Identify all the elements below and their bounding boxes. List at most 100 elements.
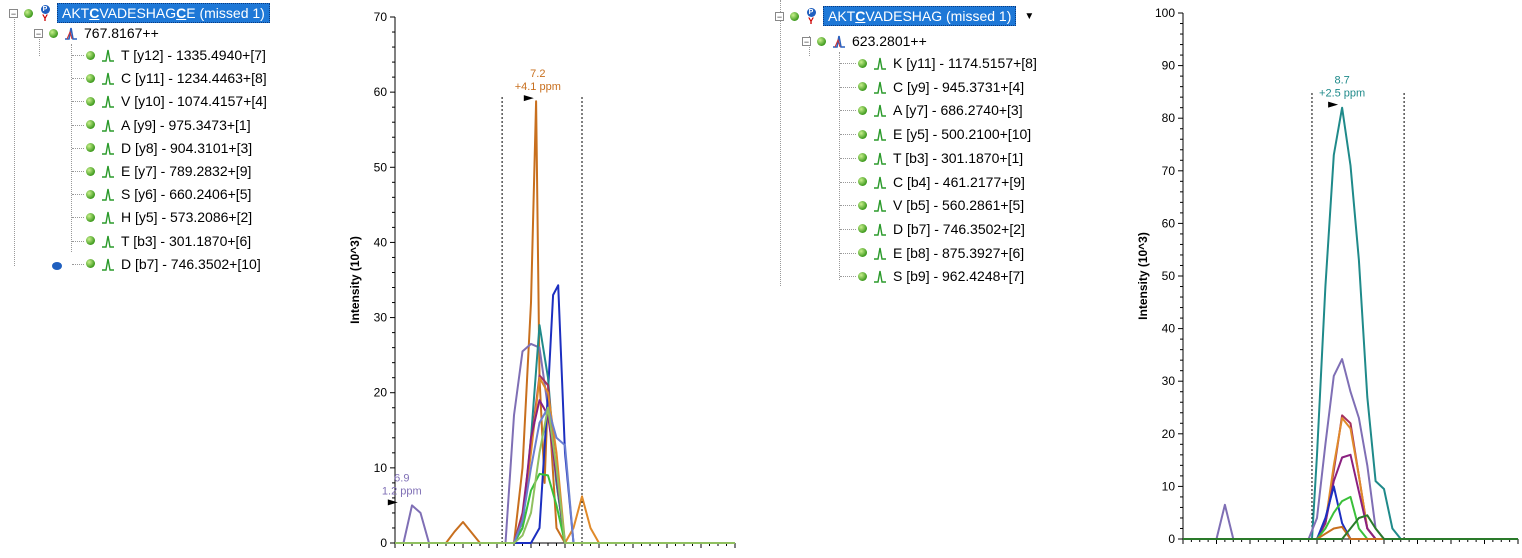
chromatogram-trace[interactable] [1183,485,1518,540]
fragment-label[interactable]: E [y5] - 500.2100+[10] [893,126,1031,142]
chromatogram-trace[interactable] [395,406,735,544]
fragment-label[interactable]: K [y11] - 1174.5157+[8] [893,55,1037,71]
status-dot-icon [858,129,867,139]
fragment-peak-icon [874,176,886,189]
fragment-node-row[interactable]: D [y8] - 904.3101+[3] [86,137,252,159]
y-tick-label: 90 [1162,59,1176,73]
precursor-node-row[interactable]: − 623.2801++ [802,30,927,52]
collapse-icon[interactable]: − [9,8,18,18]
status-dot-icon [858,177,867,186]
peptide-label[interactable]: AKTCVADESHAGCE (missed 1) [57,3,270,23]
fragment-label[interactable]: A [y7] - 686.2740+[3] [893,102,1023,118]
y-tick-label: 80 [1162,111,1176,125]
fragment-label[interactable]: H [y5] - 573.2086+[2] [121,209,252,225]
fragment-node-row[interactable]: V [y10] - 1074.4157+[4] [86,90,267,112]
fragment-label[interactable]: D [y8] - 904.3101+[3] [121,140,252,156]
collapse-icon[interactable]: − [802,36,811,46]
chromatogram-trace[interactable] [1183,106,1518,540]
right-transition-tree: − PY AKTCVADESHAG (missed 1) ▼ − 623.280… [770,0,1100,290]
fragment-node-row[interactable]: E [y7] - 789.2832+[9] [86,160,251,182]
fragment-node-row[interactable]: H [y5] - 573.2086+[2] [86,206,252,228]
precursor-label[interactable]: 623.2801++ [852,33,927,49]
fragment-label[interactable]: E [y7] - 789.2832+[9] [121,163,251,179]
chromatogram-trace[interactable] [1183,358,1518,540]
fragment-label[interactable]: S [y6] - 660.2406+[5] [121,186,251,202]
fragment-peak-icon [102,258,114,271]
fragment-node-row[interactable]: T [y12] - 1335.4940+[7] [86,44,266,66]
chromatogram-trace[interactable] [1183,417,1518,540]
chromatogram-trace[interactable] [395,284,735,544]
peptide-label[interactable]: AKTCVADESHAG (missed 1) [823,6,1017,26]
fragment-node-row[interactable]: C [b4] - 461.2177+[9] [858,171,1025,193]
fragment-peak-icon [874,128,886,141]
dropdown-arrow-icon[interactable]: ▼ [1024,11,1034,22]
precursor-chromatogram-icon [833,35,845,48]
fragment-node-row[interactable]: V [b5] - 560.2861+[5] [858,194,1024,216]
fragment-label[interactable]: C [b4] - 461.2177+[9] [893,174,1025,190]
fragment-label[interactable]: V [b5] - 560.2861+[5] [893,197,1024,213]
peak-rt-label: 6.9 [394,472,409,484]
next-peptide-icon [52,262,62,270]
fragment-peak-icon [874,247,886,260]
fragment-node-row[interactable]: A [y9] - 975.3473+[1] [86,114,251,136]
status-dot-icon [86,166,95,176]
fragment-node-row[interactable]: T [b3] - 301.1870+[1] [858,147,1023,169]
fragment-label[interactable]: T [b3] - 301.1870+[1] [893,150,1023,166]
status-dot-icon [86,189,95,199]
peptide-node-row[interactable]: − PY AKTCVADESHAGCE (missed 1) [9,2,270,24]
chromatogram-trace[interactable] [395,100,735,544]
status-dot-icon [858,248,867,258]
fragment-node-row[interactable]: D [b7] - 746.3502+[2] [858,218,1025,240]
right-chromatogram-chart[interactable]: 0 10 20 30 40 50 60 70 80 90 100 Intensity (10^3) 8.… [1110,0,1522,558]
fragment-label[interactable]: S [b9] - 962.4248+[7] [893,268,1024,284]
fragment-node-row[interactable]: E [y5] - 500.2100+[10] [858,123,1031,145]
status-dot-icon [86,143,95,153]
fragment-node-row[interactable]: D [b7] - 746.3502+[10] [86,253,261,275]
left-chromatogram-chart[interactable]: 0 10 20 30 40 50 60 70 Intensity (10^3) 7.2+4.1 p… [330,0,750,558]
y-tick-label: 0 [380,536,387,550]
fragment-node-row[interactable]: C [y11] - 1234.4463+[8] [86,67,267,89]
chromatogram-trace[interactable] [1183,495,1518,540]
fragment-node-row[interactable]: S [b9] - 962.4248+[7] [858,265,1024,287]
y-tick-label: 30 [374,311,388,325]
fragment-peak-icon [874,57,886,70]
chromatogram-trace[interactable] [395,399,735,544]
status-dot-icon [858,200,867,210]
y-tick-label: 30 [1162,374,1176,388]
fragment-node-row[interactable]: C [y9] - 945.3731+[4] [858,76,1024,98]
fragment-label[interactable]: E [b8] - 875.3927+[6] [893,245,1024,261]
fragment-label[interactable]: D [b7] - 746.3502+[2] [893,221,1025,237]
fragment-node-row[interactable]: S [y6] - 660.2406+[5] [86,183,251,205]
fragment-node-row[interactable]: K [y11] - 1174.5157+[8] [858,52,1037,74]
y-tick-label: 0 [1168,532,1175,546]
chromatogram-trace[interactable] [395,406,735,544]
peak-ppm-label: 1.2 ppm [382,485,422,497]
collapse-icon[interactable]: − [775,11,784,21]
precursor-label[interactable]: 767.8167++ [84,25,159,41]
fragment-peak-icon [102,235,114,248]
fragment-label[interactable]: A [y9] - 975.3473+[1] [121,117,251,133]
fragment-label[interactable]: C [y9] - 945.3731+[4] [893,79,1024,95]
y-axis-label: Intensity (10^3) [1136,232,1150,320]
status-dot-icon [49,28,58,38]
fragment-label[interactable]: D [b7] - 746.3502+[10] [121,256,261,272]
fragment-label[interactable]: V [y10] - 1074.4157+[4] [121,93,267,109]
y-tick-label: 50 [374,160,388,174]
fragment-label[interactable]: T [y12] - 1335.4940+[7] [121,47,266,63]
fragment-node-row[interactable]: T [b3] - 301.1870+[6] [86,230,251,252]
y-tick-label: 50 [1162,269,1176,283]
peptide-node-row[interactable]: − PY AKTCVADESHAG (missed 1) ▼ [775,5,1034,27]
fragment-peak-icon [102,49,114,62]
fragment-label[interactable]: T [b3] - 301.1870+[6] [121,233,251,249]
fragment-peak-icon [102,119,114,132]
status-dot-icon [86,50,95,60]
fragment-peak-icon [102,73,114,85]
collapse-icon[interactable]: − [34,28,43,38]
status-dot-icon [858,224,867,234]
status-dot-icon [86,212,95,222]
fragment-node-row[interactable]: E [b8] - 875.3927+[6] [858,242,1024,264]
fragment-node-row[interactable]: A [y7] - 686.2740+[3] [858,99,1023,121]
precursor-node-row[interactable]: − 767.8167++ [34,22,159,44]
peak-apex-marker [387,499,398,506]
fragment-label[interactable]: C [y11] - 1234.4463+[8] [121,70,267,86]
